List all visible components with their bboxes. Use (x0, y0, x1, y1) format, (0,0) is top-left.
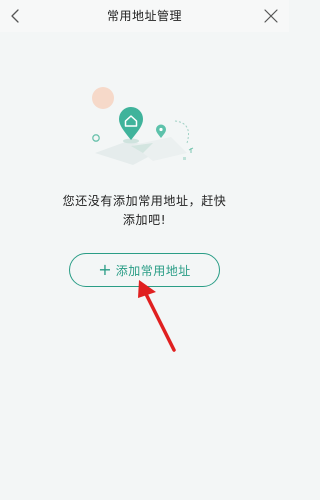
plus-icon: + (98, 260, 112, 279)
address-management-page: 常用地址管理 您还没有添加常用地址，赶快 添加吧! + 添加常用地址 (0, 0, 289, 500)
close-button[interactable] (259, 4, 283, 28)
page-title: 常用地址管理 (106, 9, 182, 23)
empty-address-illustration (92, 87, 194, 165)
red-arrow-icon (138, 280, 176, 352)
empty-state-message: 您还没有添加常用地址，赶快 添加吧! (62, 194, 227, 227)
close-icon (264, 9, 278, 23)
header-bar: 常用地址管理 (0, 0, 289, 32)
